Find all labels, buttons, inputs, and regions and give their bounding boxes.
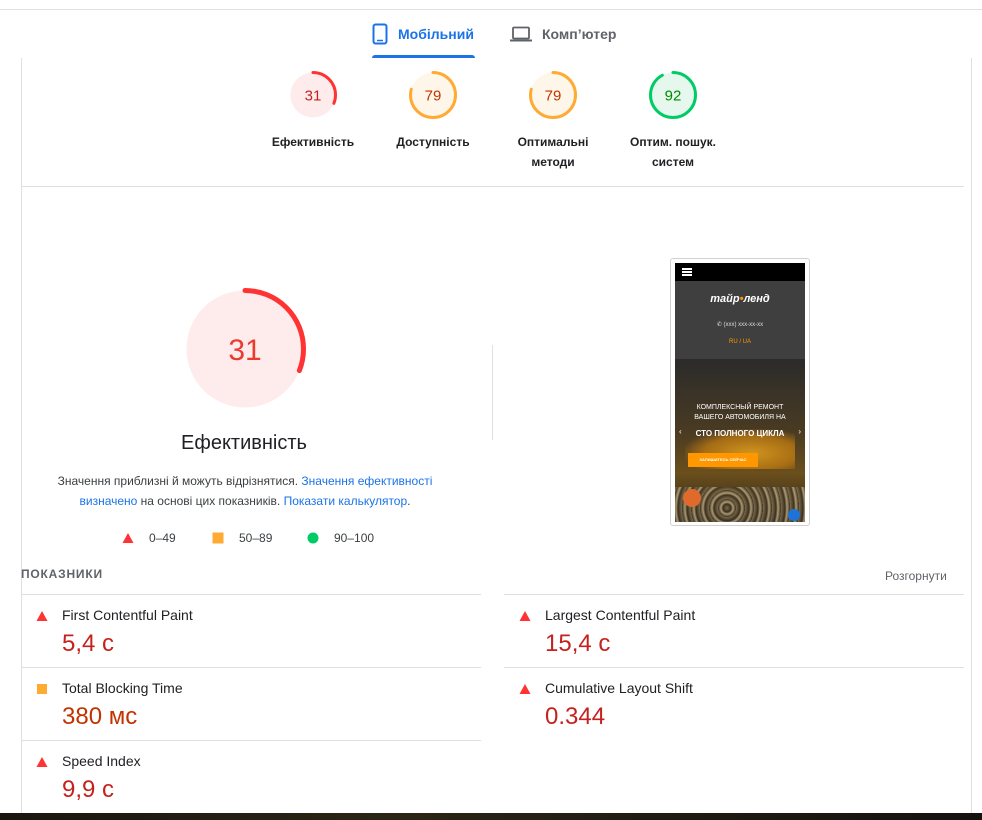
expand-view-button[interactable]: Розгорнути	[885, 569, 947, 583]
score-value: 79	[545, 87, 562, 104]
tab-mobile-label: Мобільний	[398, 26, 474, 42]
gauge-label: Оптим. пошук. систем	[613, 132, 733, 172]
note-text-end: .	[407, 494, 411, 508]
site-phone: ✆ (xxx) xxx-xx-xx	[716, 322, 764, 328]
triangle-icon	[519, 611, 531, 621]
screenshot-topbar	[675, 263, 805, 281]
logo-left: тайр	[710, 293, 740, 305]
score-ring: 79	[409, 71, 457, 119]
calculator-link[interactable]: Показати калькулятор	[284, 494, 408, 508]
smartphone-icon	[372, 23, 388, 45]
screenshot-header: тайр•ленд ✆ (xxx) xxx-xx-xx RU / UA	[675, 281, 805, 359]
note-text: Значення приблизні й можуть відрізнятися…	[57, 474, 302, 488]
hero-button: ЗАПИШИТЕСЬ СЕЙЧАС	[688, 453, 758, 467]
tab-mobile[interactable]: Мобільний	[372, 10, 474, 58]
legend-fail-label: 0–49	[149, 531, 176, 545]
triangle-icon	[36, 611, 48, 621]
gauge-label-line1: Оптимальні	[517, 135, 589, 149]
page-screenshot[interactable]: тайр•ленд ✆ (xxx) xxx-xx-xx RU / UA КОМП…	[670, 258, 810, 526]
card-border-right	[971, 58, 972, 813]
score-value: 31	[228, 334, 261, 367]
square-icon	[37, 684, 47, 694]
metrics-divider	[21, 594, 481, 595]
gauge-performance[interactable]: 31 Ефективність	[253, 70, 373, 152]
gauge-label: Оптимальні методи	[493, 132, 613, 172]
square-icon	[212, 532, 224, 544]
score-ring: 92	[649, 71, 697, 119]
legend-pass-label: 90–100	[334, 531, 375, 545]
gauge-label-line2: методи	[531, 155, 575, 169]
hamburger-icon	[682, 268, 692, 276]
gauge-label-line1: Ефективність	[271, 135, 355, 149]
circle-icon	[307, 532, 319, 544]
metric-value: 15,4 с	[545, 630, 611, 657]
score-ring: 31	[289, 71, 337, 119]
metric-name: Total Blocking Time	[62, 680, 183, 696]
metric-name: Cumulative Layout Shift	[545, 680, 693, 696]
metric-value: 380 мс	[62, 703, 138, 730]
note-text-mid: на основі цих показників.	[137, 494, 284, 508]
gauge-seo[interactable]: 92 Оптим. пошук. систем	[613, 70, 733, 172]
gauge-label: Ефективність	[253, 132, 373, 152]
metric-name: First Contentful Paint	[62, 607, 193, 623]
gauge-label: Доступність	[373, 132, 493, 152]
metric-value: 0.344	[545, 703, 606, 730]
gauge-label-line1: Оптим. пошук.	[630, 135, 716, 149]
score-value: 31	[305, 87, 322, 104]
hero-line2: ВАШЕГО АВТОМОБИЛЯ НА	[694, 414, 786, 421]
chat-icon	[788, 509, 800, 521]
metrics-divider	[504, 594, 964, 595]
metric-value: 5,4 с	[62, 630, 115, 657]
score-value: 79	[425, 87, 442, 104]
screenshot-hero: КОМПЛЕКСНЫЙ РЕМОНТ ВАШЕГО АВТОМОБИЛЯ НА …	[675, 359, 805, 522]
performance-title: Ефективність	[181, 432, 307, 454]
tab-desktop-label: Комп’ютер	[542, 26, 617, 42]
legend-average: 50–89	[212, 530, 272, 546]
metric-name: Speed Index	[62, 753, 141, 769]
hero-subtitle: КОМПЛЕКСНЫЙ РЕМОНТ ВАШЕГО АВТОМОБИЛЯ НА	[675, 403, 805, 423]
triangle-icon	[36, 757, 48, 767]
gauge-best-practices[interactable]: 79 Оптимальні методи	[493, 70, 613, 172]
section-divider	[21, 186, 964, 187]
site-lang: RU / UA	[728, 339, 751, 345]
metric-value: 9,9 с	[62, 776, 115, 803]
legend-pass: 90–100	[307, 530, 374, 546]
gauge-label-line2: систем	[652, 155, 694, 169]
site-logo: тайр•ленд	[675, 293, 805, 305]
chevron-right-icon: ›	[798, 427, 801, 436]
hero-title: СТО ПОЛНОГО ЦИКЛА	[695, 429, 785, 438]
legend-fail: 0–49	[122, 530, 176, 546]
metrics-divider	[504, 667, 964, 668]
tab-desktop[interactable]: Комп’ютер	[510, 10, 616, 58]
card-border-left	[21, 58, 22, 813]
active-tab-indicator	[372, 55, 475, 58]
promo-badge	[683, 489, 701, 507]
metrics-header: ПОКАЗНИКИ	[21, 567, 103, 581]
vertical-divider	[492, 345, 493, 440]
performance-score-gauge: 31	[184, 288, 306, 410]
score-ring: 79	[529, 71, 577, 119]
triangle-icon	[519, 684, 531, 694]
chevron-left-icon: ‹	[679, 427, 682, 436]
gauge-label-line1: Доступність	[396, 135, 470, 149]
metric-name: Largest Contentful Paint	[545, 607, 696, 623]
metrics-divider	[21, 740, 481, 741]
logo-right: ленд	[743, 293, 770, 305]
performance-note: Значення приблизні й можуть відрізнятися…	[45, 471, 445, 511]
laptop-icon	[510, 26, 532, 42]
screenshot-content: тайр•ленд ✆ (xxx) xxx-xx-xx RU / UA КОМП…	[675, 263, 805, 522]
metrics-divider	[21, 667, 481, 668]
score-value: 92	[665, 87, 682, 104]
page-bottom-edge	[0, 813, 982, 820]
legend-average-label: 50–89	[239, 531, 273, 545]
hero-line1: КОМПЛЕКСНЫЙ РЕМОНТ	[696, 404, 784, 411]
device-tabs: Мобільний Комп’ютер	[0, 10, 982, 58]
gauge-accessibility[interactable]: 79 Доступність	[373, 70, 493, 152]
triangle-icon	[122, 533, 134, 543]
